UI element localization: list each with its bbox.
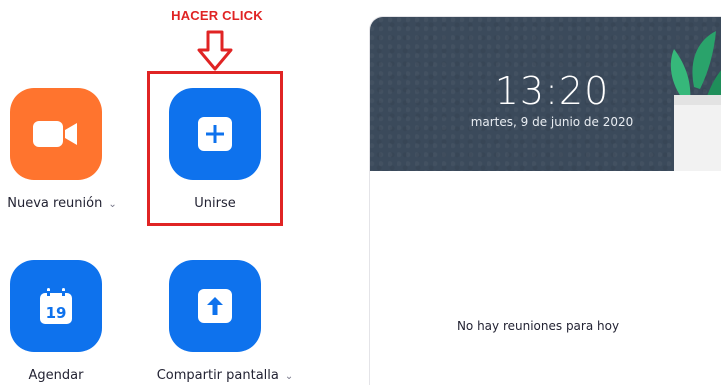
schedule-button[interactable]: 19 xyxy=(10,260,102,352)
share-screen-label[interactable]: Compartir pantalla ⌄ xyxy=(150,368,300,383)
share-screen-button[interactable] xyxy=(169,260,261,352)
clock-header: 13:20 martes, 9 de junio de 2020 xyxy=(370,17,721,171)
annotation-label: HACER CLICK xyxy=(171,8,263,23)
plus-icon xyxy=(198,117,232,151)
new-meeting-label[interactable]: Nueva reunión ⌄ xyxy=(4,196,120,211)
current-time: 13:20 xyxy=(494,69,610,113)
calendar-icon: 19 xyxy=(40,288,72,324)
schedule-label[interactable]: Agendar xyxy=(0,368,112,383)
upload-arrow-icon xyxy=(198,289,232,323)
join-button[interactable] xyxy=(169,88,261,180)
upcoming-meetings-panel: 13:20 martes, 9 de junio de 2020 No hay … xyxy=(369,16,721,385)
join-label[interactable]: Unirse xyxy=(155,196,275,211)
current-date: martes, 9 de junio de 2020 xyxy=(470,115,634,129)
chevron-down-icon[interactable]: ⌄ xyxy=(285,371,293,382)
calendar-day-number: 19 xyxy=(46,304,67,322)
no-meetings-message: No hay reuniones para hoy xyxy=(456,319,620,333)
new-meeting-button[interactable] xyxy=(10,88,102,180)
new-meeting-text: Nueva reunión xyxy=(7,196,103,211)
share-screen-text: Compartir pantalla xyxy=(156,368,279,383)
chevron-down-icon[interactable]: ⌄ xyxy=(108,199,116,210)
video-camera-icon xyxy=(33,121,77,147)
annotation-arrow-icon xyxy=(197,30,233,71)
